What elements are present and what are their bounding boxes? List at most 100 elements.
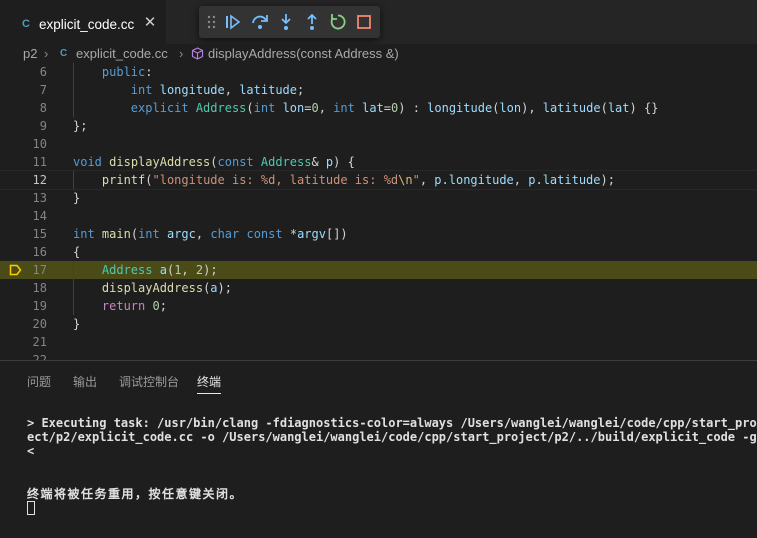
close-icon[interactable]: ✕ bbox=[143, 15, 157, 31]
code-token: ) {} bbox=[629, 101, 659, 115]
line-number: 16 bbox=[32, 245, 47, 259]
code-text: displayAddress(a); bbox=[73, 279, 232, 297]
code-token: ) { bbox=[333, 155, 355, 169]
code-token: argc bbox=[166, 227, 196, 241]
step-into-icon[interactable] bbox=[276, 12, 296, 32]
code-token: , bbox=[195, 227, 211, 241]
step-over-icon[interactable] bbox=[250, 12, 270, 32]
line-number: 21 bbox=[32, 335, 47, 349]
code-token: . bbox=[441, 173, 449, 187]
code-line[interactable]: 17 Address a(1, 2); bbox=[0, 261, 757, 279]
breakpoint-paused-icon[interactable] bbox=[9, 264, 22, 276]
code-line[interactable]: 11 void displayAddress(const Address& p) … bbox=[0, 153, 757, 171]
tab-label: explicit_code.cc bbox=[39, 17, 135, 32]
breadcrumb-symbol[interactable]: displayAddress(const Address &) bbox=[208, 46, 399, 61]
code-line[interactable]: 13} bbox=[0, 189, 757, 207]
code-token: printf bbox=[101, 173, 146, 187]
code-token: a bbox=[159, 263, 167, 277]
code-token: longitude bbox=[159, 83, 225, 97]
code-token: : bbox=[145, 65, 153, 79]
tab-output[interactable]: 输出 bbox=[73, 373, 97, 393]
code-line[interactable]: 10 bbox=[0, 135, 757, 153]
step-out-icon[interactable] bbox=[302, 12, 322, 32]
method-cube-icon bbox=[191, 47, 204, 60]
tab-terminal[interactable]: 终端 bbox=[197, 373, 222, 394]
code-token: ( bbox=[130, 227, 139, 241]
line-number: 19 bbox=[32, 299, 47, 313]
code-token: displayAddress bbox=[101, 281, 204, 295]
line-number: 20 bbox=[32, 317, 47, 331]
breadcrumb-file[interactable]: explicit_code.cc bbox=[76, 46, 168, 61]
code-token: } bbox=[73, 317, 81, 331]
line-number: 18 bbox=[32, 281, 47, 295]
breadcrumb: p2 › C explicit_code.cc › displayAddress… bbox=[0, 44, 757, 63]
code-token: ; bbox=[159, 299, 167, 313]
terminal-line: > Executing task: /usr/bin/clang -fdiagn… bbox=[27, 416, 757, 430]
code-line[interactable]: 16 { bbox=[0, 243, 757, 261]
code-line[interactable]: 8 explicit Address(int lon=0, int lat=0)… bbox=[0, 99, 757, 117]
code-token: char bbox=[210, 227, 240, 241]
drag-handle-icon[interactable] bbox=[207, 15, 217, 29]
code-token: ( bbox=[246, 101, 254, 115]
code-line[interactable]: 12 printf("longitude is: %d, latitude is… bbox=[0, 170, 757, 190]
terminal-message: 终端将被任务重用，按任意键关闭。 bbox=[27, 487, 244, 501]
code-token: ) : bbox=[398, 101, 428, 115]
cpp-file-icon: C bbox=[60, 48, 68, 59]
code-line[interactable]: 20} bbox=[0, 315, 757, 333]
code-line[interactable]: 14 bbox=[0, 207, 757, 225]
continue-icon[interactable] bbox=[223, 12, 243, 32]
restart-icon[interactable] bbox=[328, 12, 348, 32]
code-token: Address bbox=[101, 263, 153, 277]
code-line[interactable]: 18 displayAddress(a); bbox=[0, 279, 757, 297]
code-token: Address bbox=[260, 155, 312, 169]
line-number: 8 bbox=[39, 101, 47, 115]
code-editor[interactable]: 6 public: 7 int longitude, latitude; 8 exp… bbox=[0, 63, 757, 360]
code-token: latitude bbox=[542, 173, 601, 187]
code-text: int longitude, latitude; bbox=[73, 81, 304, 99]
code-token: a bbox=[210, 281, 218, 295]
code-token: ( bbox=[600, 101, 608, 115]
code-token: ( bbox=[210, 155, 218, 169]
code-token: ; bbox=[297, 83, 305, 97]
cpp-file-icon: C bbox=[22, 18, 30, 30]
code-line[interactable]: 19 return 0; bbox=[0, 297, 757, 315]
code-token: argv bbox=[297, 227, 326, 241]
code-line[interactable]: 7 int longitude, latitude; bbox=[0, 81, 757, 99]
code-token: , bbox=[181, 263, 196, 277]
code-line[interactable]: 21 bbox=[0, 333, 757, 351]
line-number: 13 bbox=[32, 191, 47, 205]
code-line[interactable]: 6 public: bbox=[0, 63, 757, 81]
code-token: void bbox=[73, 155, 102, 169]
code-token: }; bbox=[73, 119, 88, 133]
stop-icon[interactable] bbox=[354, 12, 374, 32]
code-token: const bbox=[246, 227, 283, 241]
code-token: latitude bbox=[542, 101, 601, 115]
breadcrumb-folder[interactable]: p2 bbox=[23, 46, 37, 61]
terminal-line: ect/p2/explicit_code.cc -o /Users/wangle… bbox=[27, 430, 757, 444]
terminal-output[interactable]: > Executing task: /usr/bin/clang -fdiagn… bbox=[27, 416, 757, 458]
line-number: 22 bbox=[32, 353, 47, 360]
tab-explicit-code[interactable]: C explicit_code.cc ✕ bbox=[0, 0, 166, 45]
code-token: explicit bbox=[130, 101, 189, 115]
code-line[interactable]: 15 int main(int argc, char const *argv[]) bbox=[0, 225, 757, 243]
code-token: int bbox=[73, 227, 95, 241]
code-line[interactable]: 22 bbox=[0, 351, 757, 360]
code-token: . bbox=[535, 173, 543, 187]
code-text: Address a(1, 2); bbox=[73, 261, 218, 279]
tab-debug-console[interactable]: 调试控制台 bbox=[119, 373, 179, 393]
code-token: []) bbox=[325, 227, 348, 241]
code-token: \n bbox=[398, 173, 413, 187]
tab-problems[interactable]: 问题 bbox=[27, 373, 51, 393]
code-token: return bbox=[101, 299, 146, 313]
code-line[interactable]: 9}; bbox=[0, 117, 757, 135]
code-token: ( bbox=[145, 173, 153, 187]
